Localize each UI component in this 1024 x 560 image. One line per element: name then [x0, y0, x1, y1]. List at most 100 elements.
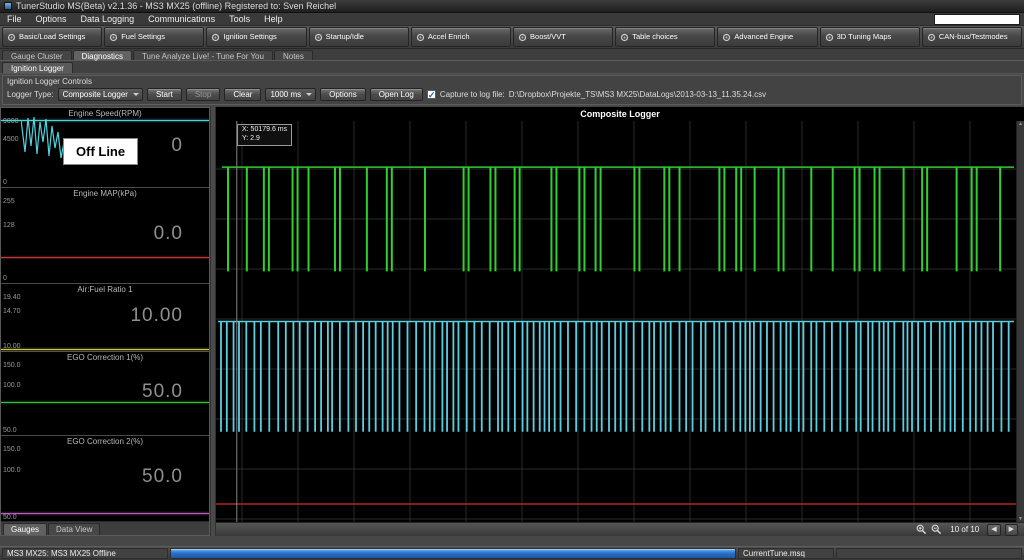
tab-notes[interactable]: Notes — [274, 50, 313, 60]
plot-area[interactable]: ▲▼ X: 50179.6 ms Y: 2.9 — [216, 121, 1024, 522]
tab-diagnostics[interactable]: Diagnostics — [73, 50, 132, 60]
toolbar-tab-3d-tuning-maps[interactable]: 3D Tuning Maps — [820, 27, 920, 47]
toolbar-tab-startup-idle[interactable]: Startup/Idle — [309, 27, 409, 47]
main-tabs: Gauge ClusterDiagnosticsTune Analyze Liv… — [0, 49, 1024, 61]
gauge-scale-min: 0 — [3, 179, 7, 186]
chart-scrollbar[interactable]: ▲▼ — [1016, 121, 1024, 522]
scroll-up-icon[interactable]: ▲ — [1018, 121, 1023, 127]
table-choices-icon — [620, 33, 629, 42]
logger-type-select[interactable]: Composite Logger — [58, 88, 143, 101]
controls-title: Ignition Logger Controls — [3, 76, 1021, 86]
toolbar-tab-label: Accel Enrich — [428, 33, 470, 41]
toolbar-tab-basic-load-settings[interactable]: Basic/Load Settings — [2, 27, 102, 47]
gauge-scale-mid: 100.0 — [3, 467, 21, 474]
gauge-scale-min: 0 — [3, 275, 7, 282]
toolbar: Basic/Load Settings Fuel Settings Ignition… — [0, 26, 1024, 49]
menubar: FileOptionsData LoggingCommunicationsToo… — [0, 13, 1024, 26]
menu-options[interactable]: Options — [29, 14, 74, 24]
gauge-label: Engine MAP(kPa) — [1, 188, 209, 198]
capture-checkbox-label: Capture to log file: — [440, 90, 505, 99]
toolbar-tab-label: Advanced Engine — [734, 33, 793, 41]
boost-vvt-icon — [518, 33, 527, 42]
3d-tuning-maps-icon — [825, 33, 834, 42]
prev-page-button[interactable]: ◀ — [987, 524, 1000, 536]
logger-plot[interactable] — [216, 121, 1016, 522]
fuel-settings-icon — [109, 33, 118, 42]
tab-ignition-logger[interactable]: Ignition Logger — [2, 62, 73, 73]
gauge-label: EGO Correction 1(%) — [1, 352, 209, 362]
gauge-value: 50.0 — [142, 466, 183, 488]
gauge-list: Engine Speed(RPM)9000450000Off LineEngin… — [1, 108, 209, 521]
chart-title: Composite Logger — [216, 107, 1024, 121]
connection-status: MS3 MX25: MS3 MX25 Offline — [2, 548, 168, 559]
toolbar-tab-label: Fuel Settings — [121, 33, 165, 41]
menu-tools[interactable]: Tools — [222, 14, 257, 24]
zoom-in-icon[interactable] — [916, 524, 927, 535]
scroll-down-icon[interactable]: ▼ — [1018, 516, 1023, 522]
toolbar-tab-label: Ignition Settings — [223, 33, 276, 41]
search-input[interactable] — [934, 14, 1020, 25]
gauge-engine-map-kpa: Engine MAP(kPa)255 128 0 0.0 — [1, 188, 209, 284]
gauge-trace-line — [1, 257, 209, 258]
toolbar-tab-boost-vvt[interactable]: Boost/VVT — [513, 27, 613, 47]
open-log-button[interactable]: Open Log — [370, 88, 423, 101]
gauge-value: 10.00 — [130, 305, 183, 327]
tab-tune-analyze-live-tune-for-you[interactable]: Tune Analyze Live! - Tune For You — [133, 50, 273, 60]
toolbar-tab-fuel-settings[interactable]: Fuel Settings — [104, 27, 204, 47]
gauge-scale-mid: 4500 — [3, 136, 19, 143]
toolbar-tab-label: CAN-bus/Testmodes — [939, 33, 1008, 41]
stop-button: Stop — [186, 88, 220, 101]
gauge-scale-max: 255 — [3, 198, 15, 205]
tab-gauges[interactable]: Gauges — [3, 523, 47, 535]
gauge-panel-tabs: GaugesData View — [1, 521, 209, 535]
status-spacer — [836, 548, 1022, 559]
gauge-scale-mid: 100.0 — [3, 382, 21, 389]
clear-button[interactable]: Clear — [224, 88, 261, 101]
gauge-ego-correction-2: EGO Correction 2(%)150.0100.050.050.0 — [1, 436, 209, 521]
toolbar-tab-advanced-engine[interactable]: Advanced Engine — [717, 27, 817, 47]
menu-data-logging[interactable]: Data Logging — [74, 14, 142, 24]
gauge-scale-min: 50.0 — [3, 427, 17, 434]
gauge-label: EGO Correction 2(%) — [1, 436, 209, 446]
gauge-ego-correction-1: EGO Correction 1(%)150.0100.050.050.0 — [1, 352, 209, 436]
app-window: TunerStudio MS(Beta) v2.1.36 - MS3 MX25 … — [0, 0, 1024, 560]
start-button[interactable]: Start — [147, 88, 182, 101]
menu-communications[interactable]: Communications — [141, 14, 222, 24]
ignition-logger-controls: Ignition Logger Controls Logger Type: Co… — [2, 75, 1022, 105]
zoom-out-icon[interactable] — [931, 524, 942, 535]
toolbar-tab-label: 3D Tuning Maps — [837, 33, 892, 41]
toolbar-tab-can-bus-testmodes[interactable]: CAN-bus/Testmodes — [922, 27, 1022, 47]
titlebar[interactable]: TunerStudio MS(Beta) v2.1.36 - MS3 MX25 … — [0, 0, 1024, 13]
gauge-trace-line — [1, 513, 209, 514]
menubar-items: FileOptionsData LoggingCommunicationsToo… — [0, 14, 290, 24]
capture-file-path: D:\Dropbox\Projekte_TS\MS3 MX25\DataLogs… — [509, 90, 766, 99]
logger-type-label: Logger Type: — [7, 90, 54, 99]
tab-gauge-cluster[interactable]: Gauge Cluster — [2, 50, 72, 60]
toolbar-tab-label: Table choices — [632, 33, 677, 41]
tab-data-view[interactable]: Data View — [48, 523, 100, 535]
capture-checkbox[interactable]: ✓ — [427, 90, 436, 99]
app-icon — [4, 2, 12, 10]
gauge-scale-mid: 14.70 — [3, 308, 21, 315]
options-button[interactable]: Options — [320, 88, 366, 101]
menu-file[interactable]: File — [0, 14, 29, 24]
toolbar-tab-table-choices[interactable]: Table choices — [615, 27, 715, 47]
gauge-label: Air:Fuel Ratio 1 — [1, 284, 209, 294]
toolbar-tab-accel-enrich[interactable]: Accel Enrich — [411, 27, 511, 47]
menu-help[interactable]: Help — [257, 14, 290, 24]
interval-select[interactable]: 1000 ms — [265, 88, 316, 101]
chart-toolbar: 10 of 10 ◀ ▶ — [216, 522, 1024, 536]
gauge-scale-mid: 128 — [3, 222, 15, 229]
basic-load-settings-icon — [7, 33, 16, 42]
status-bar: MS3 MX25: MS3 MX25 Offline CurrentTune.m… — [0, 546, 1024, 560]
gauge-value: 0.0 — [154, 223, 183, 245]
offline-tooltip: Off Line — [63, 138, 138, 165]
page-indicator: 10 of 10 — [950, 525, 979, 534]
gauge-trace-line — [1, 349, 209, 350]
next-page-button[interactable]: ▶ — [1005, 524, 1018, 536]
toolbar-tab-ignition-settings[interactable]: Ignition Settings — [206, 27, 306, 47]
gauge-panel: Engine Speed(RPM)9000450000Off LineEngin… — [0, 107, 210, 536]
progress-bar — [170, 548, 736, 559]
main-content: Engine Speed(RPM)9000450000Off LineEngin… — [0, 107, 1024, 536]
toolbar-tab-label: Boost/VVT — [530, 33, 566, 41]
